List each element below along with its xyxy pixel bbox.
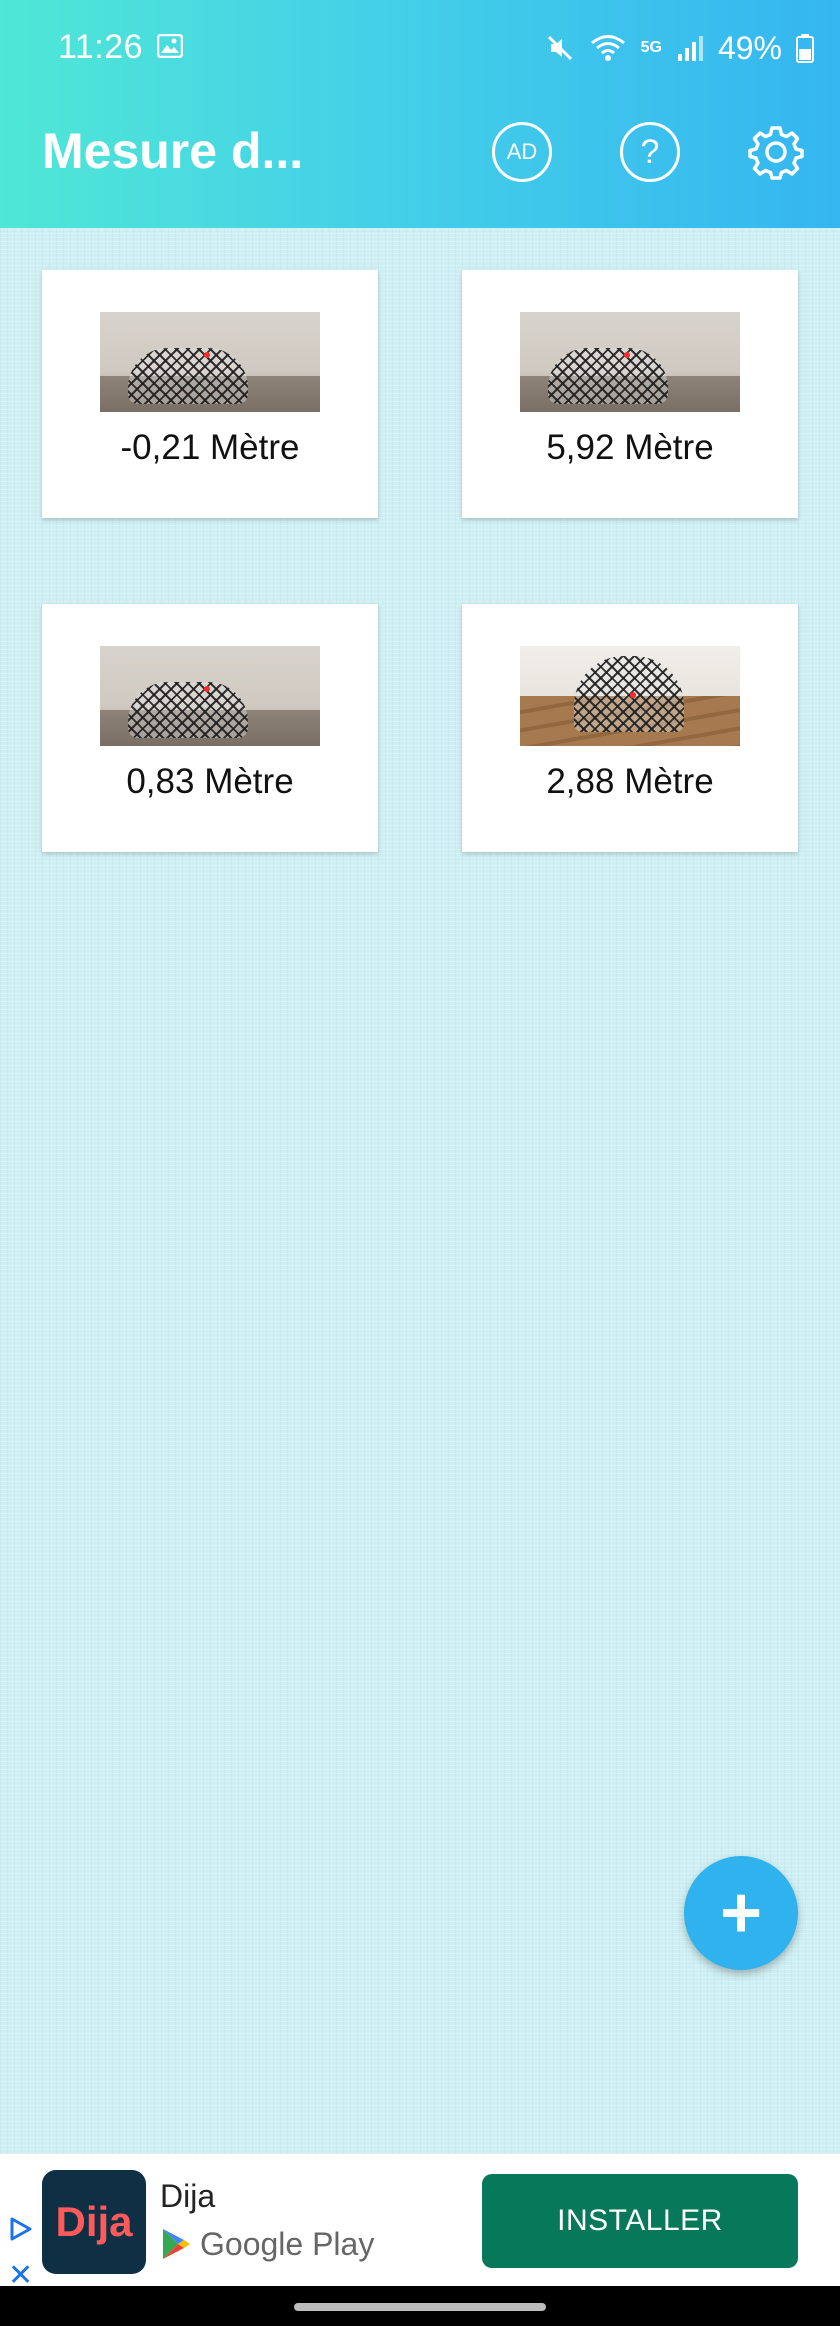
status-icons: 5G 49% xyxy=(545,28,814,68)
measurement-value: 0,83 Mètre xyxy=(126,762,294,801)
settings-button[interactable] xyxy=(746,122,806,182)
install-button[interactable]: INSTALLER xyxy=(482,2174,798,2268)
measurement-thumbnail xyxy=(100,646,320,746)
add-measurement-button[interactable]: + xyxy=(684,1856,798,1970)
gallery-notification-icon xyxy=(157,34,183,58)
measurement-thumbnail xyxy=(520,646,740,746)
measurement-card[interactable]: -0,21 Mètre xyxy=(42,270,378,518)
gear-icon xyxy=(748,126,804,180)
measurement-value: 2,88 Mètre xyxy=(546,762,714,801)
status-bar: 11:26 5G 49% xyxy=(0,0,840,96)
help-button[interactable]: ? xyxy=(620,122,680,182)
signal-icon xyxy=(677,36,703,61)
status-time: 11:26 xyxy=(58,28,144,66)
measurement-value: 5,92 Mètre xyxy=(546,428,714,467)
ad-app-name: Dija xyxy=(160,2178,216,2214)
mute-icon xyxy=(547,35,572,61)
app-header: 11:26 5G 49% Mesure d... AD ? xyxy=(0,0,840,228)
battery-percent: 49% xyxy=(717,29,782,66)
measurement-thumbnail xyxy=(520,312,740,412)
network-type: 5G xyxy=(640,39,662,56)
measurement-value: -0,21 Mètre xyxy=(120,428,300,467)
home-gesture-handle[interactable] xyxy=(294,2303,546,2311)
wifi-icon xyxy=(590,35,625,61)
adchoices-icon[interactable] xyxy=(8,2216,34,2242)
measurement-card[interactable]: 5,92 Mètre xyxy=(462,270,798,518)
remove-ads-button[interactable]: AD xyxy=(492,122,552,182)
measurement-thumbnail xyxy=(100,312,320,412)
ad-store: Google Play xyxy=(160,2224,374,2264)
ad-banner[interactable]: ✕ Dija Dija Google Play INSTALLER xyxy=(0,2154,840,2292)
google-play-icon xyxy=(163,2229,190,2259)
ad-store-name: Google Play xyxy=(200,2225,375,2262)
battery-icon xyxy=(796,34,814,63)
measurement-card[interactable]: 2,88 Mètre xyxy=(462,604,798,852)
measurement-card[interactable]: 0,83 Mètre xyxy=(42,604,378,852)
system-navigation-bar xyxy=(0,2286,840,2326)
ad-app-icon[interactable]: Dija xyxy=(42,2170,146,2274)
page-title: Mesure d... xyxy=(42,123,304,179)
